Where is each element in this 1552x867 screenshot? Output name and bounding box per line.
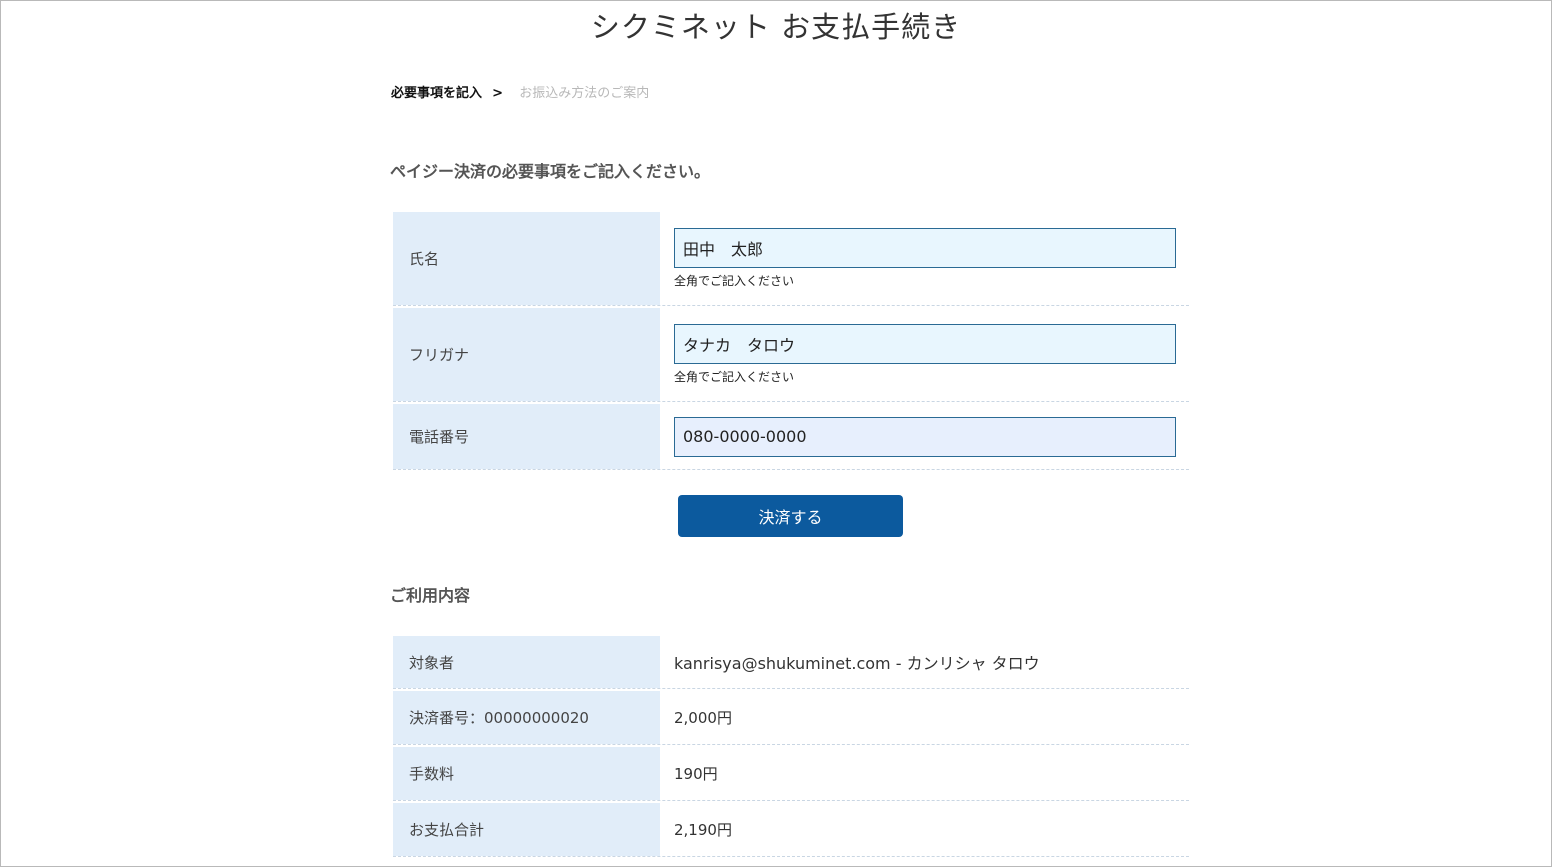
furigana-label: フリガナ [393,308,660,401]
fee-label: 手数料 [393,747,660,800]
phone-row: 電話番号 [393,404,1189,470]
name-row: 氏名 全角でご記入ください [393,212,1189,306]
target-user-value: kanrisya@shukuminet.com - カンリシャ タロウ [674,654,1040,673]
payment-amount-value: 2,000円 [674,709,732,727]
breadcrumb-current-step: 必要事項を記入 [391,86,483,101]
table-row: 決済番号：00000000020 2,000円 [393,691,1189,745]
table-row: 手数料 190円 [393,747,1189,801]
phone-input[interactable] [674,416,1176,457]
phone-value-cell [660,404,1189,469]
payment-number-label: 決済番号：00000000020 [393,691,660,744]
breadcrumb: 必要事項を記入 > お振込み方法のご案内 [391,82,649,101]
table-row: お支払合計 2,190円 [393,803,1189,857]
form-heading: ペイジー決済の必要事項をご記入ください。 [390,162,711,181]
furigana-row: フリガナ 全角でご記入ください [393,308,1189,402]
furigana-input[interactable] [674,324,1176,364]
page-title: シクミネット お支払手続き [590,10,962,44]
furigana-hint: 全角でご記入ください [674,370,795,384]
name-input[interactable] [674,228,1176,268]
target-user-label: 対象者 [393,636,660,688]
pay-button[interactable]: 決済する [678,495,903,537]
table-row: 対象者 kanrisya@shukuminet.com - カンリシャ タロウ [393,636,1189,689]
total-label: お支払合計 [393,803,660,856]
name-label: 氏名 [393,212,660,305]
name-hint: 全角でご記入ください [674,274,795,288]
payment-form-table: 氏名 全角でご記入ください フリガナ 全角でご記入ください 電話番号 [393,212,1189,470]
breadcrumb-separator: > [492,86,504,101]
phone-label: 電話番号 [393,404,660,469]
usage-table: 対象者 kanrisya@shukuminet.com - カンリシャ タロウ … [393,636,1189,857]
fee-value: 190円 [674,765,718,783]
breadcrumb-next-step: お振込み方法のご案内 [519,86,650,101]
usage-heading: ご利用内容 [390,586,471,605]
furigana-value-cell: 全角でご記入ください [660,308,1189,401]
total-value: 2,190円 [674,821,732,839]
name-value-cell: 全角でご記入ください [660,212,1189,305]
